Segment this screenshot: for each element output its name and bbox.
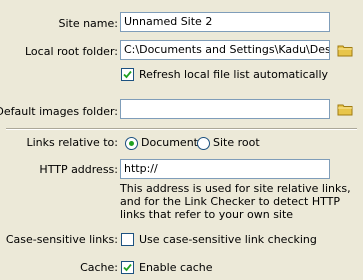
cache-label: Cache: bbox=[80, 261, 118, 274]
refresh-label[interactable]: Refresh local file list automatically bbox=[139, 68, 328, 81]
http-address-help-text: This address is used for site relative l… bbox=[120, 182, 351, 221]
local-root-folder-input[interactable]: C:\Documents and Settings\Kadu\Desktop bbox=[120, 40, 330, 60]
site-root-radio-label[interactable]: Site root bbox=[213, 136, 260, 149]
separator-highlight bbox=[6, 129, 357, 130]
cache-checkbox[interactable] bbox=[121, 261, 134, 274]
http-address-label: HTTP address: bbox=[39, 163, 118, 176]
default-images-folder-input[interactable] bbox=[120, 99, 330, 119]
folder-icon[interactable] bbox=[337, 43, 353, 57]
checkmark-icon bbox=[123, 70, 132, 79]
case-sensitive-label: Case-sensitive links: bbox=[5, 233, 118, 246]
case-sensitive-option-label[interactable]: Use case-sensitive link checking bbox=[139, 233, 317, 246]
local-root-folder-label: Local root folder: bbox=[24, 45, 118, 58]
site-root-radio[interactable] bbox=[197, 137, 210, 150]
cache-option-label[interactable]: Enable cache bbox=[139, 261, 213, 274]
case-sensitive-checkbox[interactable] bbox=[121, 233, 134, 246]
http-address-input[interactable]: http:// bbox=[120, 159, 330, 179]
default-images-folder-label: Default images folder: bbox=[0, 105, 118, 118]
folder-icon[interactable] bbox=[337, 102, 353, 116]
links-relative-label: Links relative to: bbox=[26, 136, 119, 149]
site-name-label: Site name: bbox=[58, 17, 118, 30]
site-name-input[interactable]: Unnamed Site 2 bbox=[120, 12, 330, 32]
document-radio[interactable] bbox=[125, 137, 138, 150]
document-radio-label[interactable]: Document bbox=[141, 136, 198, 149]
checkmark-icon bbox=[123, 263, 132, 272]
refresh-checkbox[interactable] bbox=[121, 68, 134, 81]
